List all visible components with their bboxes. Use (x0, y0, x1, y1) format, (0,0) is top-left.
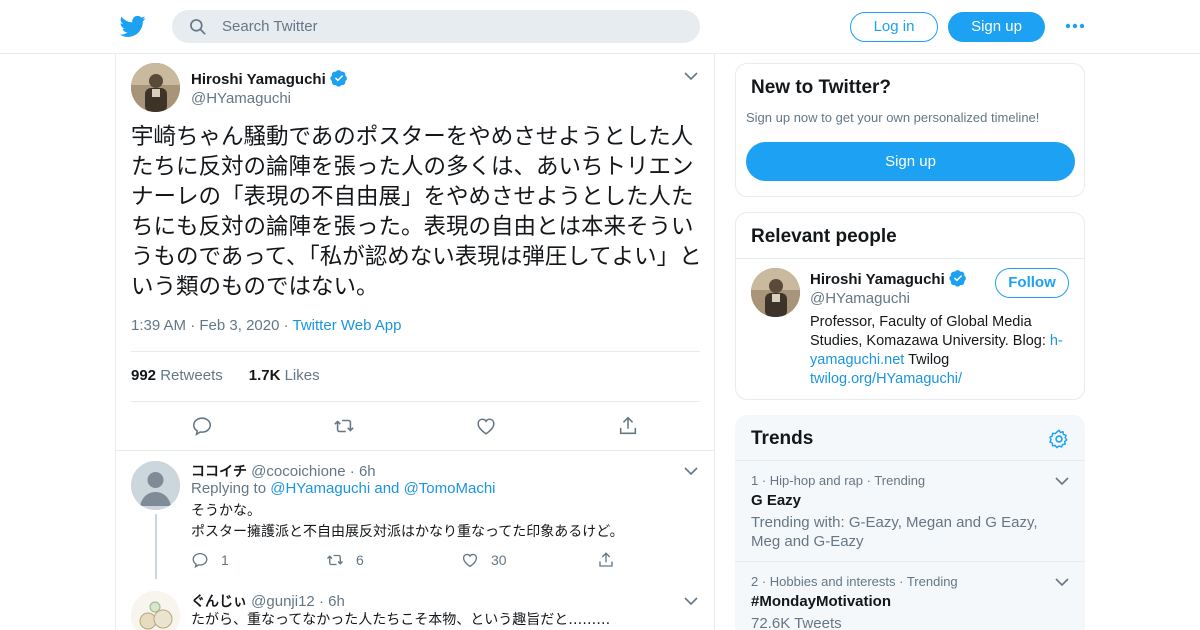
thread-line (155, 514, 157, 579)
trend-meta: 2 · Hobbies and interests · Trending (751, 574, 958, 589)
reply-age[interactable]: 6h (359, 463, 376, 480)
reply-icon[interactable] (191, 415, 213, 437)
reply-reply-button[interactable]: 1 (191, 551, 229, 569)
divider (116, 450, 714, 451)
likes-label: Likes (284, 367, 320, 384)
chevron-down-icon[interactable] (684, 596, 698, 606)
gear-icon[interactable] (1048, 428, 1070, 450)
likes-count: 1.7K (248, 367, 281, 384)
divider (735, 561, 1085, 562)
trend-name[interactable]: G Eazy (751, 492, 801, 509)
chevron-down-icon[interactable] (1055, 476, 1069, 486)
reply-author-handle[interactable]: @gunji12 (251, 593, 315, 610)
like-icon[interactable] (475, 415, 497, 437)
person-bio: Professor, Faculty of Global Media Studi… (810, 313, 1075, 389)
replying-prefix: Replying to (191, 480, 267, 497)
retweet-icon[interactable] (333, 415, 355, 437)
reply-text: そうかな。 ポスター擁護派と不自由展反対派はかなり重なってた印象あるけど。 (191, 501, 624, 543)
divider (131, 351, 700, 352)
like-count: 30 (491, 552, 507, 568)
tweet-stats: 992 Retweets 1.7K Likes (131, 367, 320, 384)
sidebar-signup-button[interactable]: Sign up (746, 142, 1075, 181)
chevron-down-icon[interactable] (1055, 577, 1069, 587)
retweet-count: 6 (356, 552, 364, 568)
author-name-text[interactable]: Hiroshi Yamaguchi (191, 71, 326, 88)
person-name[interactable]: Hiroshi Yamaguchi (810, 269, 967, 288)
author-name[interactable]: Hiroshi Yamaguchi (191, 69, 348, 88)
reply-author-handle[interactable]: @cocoichione (251, 463, 345, 480)
retweet-icon (327, 554, 343, 566)
reply-share-button[interactable] (597, 551, 627, 569)
relevant-people-card: Relevant people Hiroshi Yamaguchi @HYama… (735, 212, 1085, 400)
follow-button[interactable]: Follow (995, 268, 1069, 298)
reply-avatar[interactable] (131, 591, 180, 630)
replying-to: Replying to @HYamaguchi and @TomoMachi (191, 480, 496, 497)
verified-badge-icon (330, 70, 347, 87)
share-icon (599, 552, 613, 567)
reply-author-name[interactable]: ココイチ (191, 464, 247, 480)
divider (735, 460, 1085, 461)
reply-text-line: そうかな。 (191, 503, 261, 519)
author-avatar[interactable] (131, 63, 180, 112)
divider (736, 258, 1084, 259)
person-avatar[interactable] (751, 268, 800, 317)
reply-text-line: たがら、重なってなかった人たちこそ本物、という趣旨だと……… (191, 612, 611, 628)
chevron-down-icon[interactable] (684, 71, 698, 81)
person-name-text[interactable]: Hiroshi Yamaguchi (810, 271, 945, 288)
new-to-twitter-card: New to Twitter? Sign up now to get your … (735, 63, 1085, 197)
reply-header: ぐんじぃ @gunji12 · 6h (191, 593, 345, 610)
tweet-text: 宇崎ちゃん騒動であのポスターをやめさせようとした人たちに反対の論陣を張った人の多… (131, 124, 702, 300)
trend-meta: 1 · Hip-hop and rap · Trending (751, 473, 926, 488)
trend-name[interactable]: #MondayMotivation (751, 593, 891, 610)
search-box[interactable] (172, 10, 700, 43)
tweet-time[interactable]: 1:39 AM (131, 317, 186, 334)
like-icon (462, 553, 478, 568)
more-dots-icon[interactable] (1064, 17, 1086, 35)
tweet-date[interactable]: Feb 3, 2020 (199, 317, 279, 334)
person-handle[interactable]: @HYamaguchi (810, 290, 910, 307)
reply-header: ココイチ @cocoichione · 6h (191, 463, 376, 480)
reply-text: たがら、重なってなかった人たちこそ本物、という趣旨だと……… (191, 610, 610, 630)
trend-description: 72.6K Tweets (751, 615, 842, 630)
reply-text-line: ポスター擁護派と不自由展反対派はかなり重なってた印象あるけど。 (191, 524, 624, 540)
verified-badge-icon (949, 270, 966, 287)
trend-description: Trending with: G-Eazy, Megan and G Eazy,… (751, 514, 1038, 550)
new-to-twitter-title: New to Twitter? (751, 77, 892, 98)
retweets-stat[interactable]: 992 Retweets (131, 367, 223, 384)
reply-age[interactable]: 6h (328, 593, 345, 610)
reply-avatar[interactable] (131, 461, 180, 510)
bio-text: Professor, Faculty of Global Media Studi… (810, 314, 1046, 349)
likes-stat[interactable]: 1.7K Likes (249, 367, 320, 384)
new-to-twitter-subtitle: Sign up now to get your own personalized… (746, 110, 1040, 125)
trends-title: Trends (751, 428, 814, 449)
reply-count: 1 (221, 552, 229, 568)
top-navigation-bar: Log in Sign up (0, 0, 1200, 54)
search-input[interactable] (222, 10, 682, 43)
main-timeline-column: Hiroshi Yamaguchi @HYamaguchi 宇崎ちゃん騒動であの… (115, 54, 715, 630)
reply-retweet-button[interactable]: 6 (326, 551, 364, 569)
author-handle[interactable]: @HYamaguchi (191, 90, 291, 107)
bio-text-twilog: Twilog (908, 352, 950, 368)
chevron-down-icon[interactable] (684, 466, 698, 476)
reply-like-button[interactable]: 30 (461, 551, 507, 569)
retweets-count: 992 (131, 367, 157, 384)
reply-icon (192, 552, 208, 569)
trends-card: Trends 1 · Hip-hop and rap · Trending G … (735, 415, 1085, 630)
login-button[interactable]: Log in (850, 12, 938, 42)
divider (131, 401, 700, 402)
share-icon[interactable] (617, 415, 639, 437)
retweets-label: Retweets (160, 367, 223, 384)
bio-link-twilog[interactable]: twilog.org/HYamaguchi/ (810, 371, 962, 387)
relevant-people-title: Relevant people (751, 226, 897, 247)
signup-button[interactable]: Sign up (948, 12, 1045, 42)
tweet-timestamp: 1:39 AM · Feb 3, 2020 · Twitter Web App (131, 317, 402, 334)
search-icon (190, 19, 206, 35)
replying-to-links[interactable]: @HYamaguchi and @TomoMachi (270, 480, 495, 497)
reply-author-name[interactable]: ぐんじぃ (191, 594, 247, 610)
tweet-source-link[interactable]: Twitter Web App (293, 317, 402, 334)
twitter-bird-icon[interactable] (119, 13, 147, 39)
